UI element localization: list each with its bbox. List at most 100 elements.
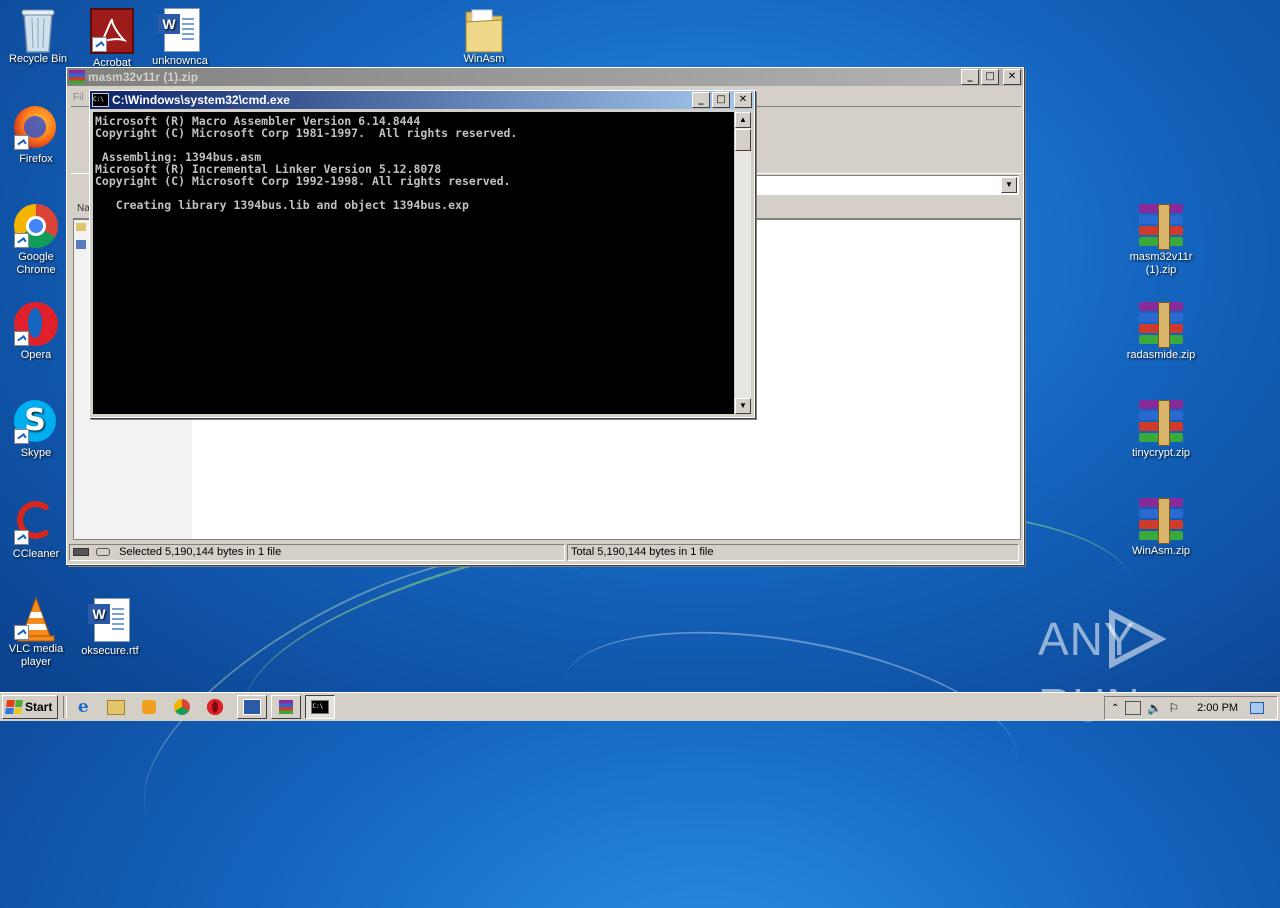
console-scrollbar[interactable]: ▲ ▼: [735, 112, 751, 414]
minimize-button[interactable]: _: [961, 69, 979, 85]
close-button[interactable]: ✕: [1003, 69, 1021, 85]
taskbar-task-cmd[interactable]: C:\: [305, 695, 336, 719]
desktop-icon-label: radasmide.zip: [1126, 349, 1196, 361]
drive-icon: [73, 548, 89, 557]
ie-icon[interactable]: e: [72, 696, 94, 718]
desktop-icon-winasm[interactable]: WinAsm: [446, 6, 522, 66]
desktop-icon-firefox[interactable]: Firefox: [0, 106, 74, 166]
tray-expand-icon[interactable]: ⌃: [1111, 703, 1119, 714]
desktop-icon-label: Firefox: [19, 153, 53, 165]
acrobat-icon: [90, 8, 134, 54]
network-icon[interactable]: [1125, 701, 1142, 715]
desktop-icon-skype[interactable]: S Skype: [0, 400, 74, 460]
winrar-titlebar[interactable]: masm32v11r (1).zip _ □ ✕: [67, 68, 1023, 86]
shortcut-arrow-icon: [14, 135, 29, 150]
explorer-icon[interactable]: [105, 696, 127, 718]
desktop-icon-recycle-bin[interactable]: Recycle Bin: [0, 6, 76, 66]
key-icon: [96, 548, 111, 557]
desktop-icon-label: Google Chrome: [16, 251, 56, 276]
winrar-menubar: Fil: [73, 92, 84, 106]
vlc-cone-icon: [14, 596, 58, 642]
shortcut-arrow-icon: [14, 429, 29, 444]
start-label: Start: [25, 700, 53, 714]
recycle-bin-icon: [16, 6, 60, 53]
desktop-icon-tinycrypt-zip[interactable]: tinycrypt.zip: [1123, 400, 1199, 460]
opera-icon[interactable]: [204, 696, 226, 718]
desktop-icon-vlc[interactable]: VLC media player: [0, 596, 74, 669]
taskbar-separator: [63, 696, 68, 718]
shortcut-arrow-icon: [14, 233, 29, 248]
wallpaper-swoosh: [549, 601, 1031, 841]
desktop-icon-acrobat[interactable]: Acrobat: [74, 8, 150, 70]
volume-icon[interactable]: 🔈: [1147, 701, 1162, 715]
taskbar: Start e C:\ ⌃ 🔈 ⚐ 2:00 PM: [0, 692, 1280, 721]
winrar-statusbar: Selected 5,190,144 bytes in 1 file Total…: [69, 544, 1021, 562]
scroll-down-arrow-icon[interactable]: ▼: [735, 398, 751, 414]
desktop-icon-label: Opera: [20, 349, 52, 361]
cmd-titlebar[interactable]: C:\ C:\Windows\system32\cmd.exe _ □ ✕: [90, 91, 754, 109]
path-dropdown[interactable]: ▼: [755, 175, 1019, 195]
clock[interactable]: 2:00 PM: [1197, 702, 1238, 714]
chrome-icon: [14, 204, 58, 248]
taskbar-task-winrar[interactable]: [271, 695, 302, 719]
maximize-button[interactable]: □: [981, 69, 999, 85]
start-button[interactable]: Start: [2, 695, 59, 719]
desktop-icon-masm32v11r-zip[interactable]: masm32v11r (1).zip: [1123, 204, 1199, 277]
desktop-icon-unknownca[interactable]: W unknownca: [142, 8, 218, 68]
winrar-archive-icon: [1139, 302, 1183, 348]
folder-icon: [76, 223, 86, 231]
cmd-app-icon: C:\: [92, 93, 109, 107]
winrar-app-icon: [69, 70, 85, 84]
desktop-icon-label: CCleaner: [12, 548, 60, 560]
maximize-button[interactable]: □: [712, 92, 730, 108]
anyrun-watermark: ANY RUN: [1038, 606, 1238, 731]
desktop-icon-oksecure[interactable]: W oksecure.rtf: [72, 598, 148, 658]
desktop-icon-ccleaner[interactable]: CCleaner: [0, 498, 74, 561]
winrar-archive-icon: [1139, 498, 1183, 544]
minimize-button[interactable]: _: [692, 92, 710, 108]
console-output[interactable]: Microsoft (R) Macro Assembler Version 6.…: [93, 112, 734, 414]
status-selected: Selected 5,190,144 bytes in 1 file: [119, 546, 282, 558]
word-document-icon: W: [158, 8, 202, 52]
status-left-pane: Selected 5,190,144 bytes in 1 file: [69, 544, 565, 561]
menu-file[interactable]: Fil: [73, 92, 84, 103]
cmd-title: C:\Windows\system32\cmd.exe: [112, 93, 290, 107]
desktop-icon-google-chrome[interactable]: Google Chrome: [0, 204, 74, 277]
file-icon: [76, 240, 86, 249]
desktop-icon-label: Recycle Bin: [8, 53, 68, 65]
chrome-icon[interactable]: [171, 696, 193, 718]
dropdown-arrow-icon[interactable]: ▼: [1001, 177, 1017, 193]
folder-icon: [462, 6, 506, 53]
shortcut-arrow-icon: [14, 331, 29, 346]
action-center-flag-icon[interactable]: ⚐: [1168, 701, 1179, 715]
desktop-icon-radasmide-zip[interactable]: radasmide.zip: [1123, 302, 1199, 362]
opera-icon: [14, 302, 58, 346]
status-total: Total 5,190,144 bytes in 1 file: [571, 546, 714, 558]
shortcut-arrow-icon: [14, 530, 29, 545]
close-button[interactable]: ✕: [734, 92, 752, 108]
scroll-up-arrow-icon[interactable]: ▲: [735, 112, 751, 128]
desktop-icon-label: WinAsm: [463, 53, 505, 65]
firefox-icon: [14, 106, 58, 150]
desktop-icon-label: Skype: [20, 447, 52, 459]
windows-flag-icon: [5, 700, 23, 714]
column-name[interactable]: Na: [73, 203, 90, 214]
scroll-thumb[interactable]: [735, 129, 751, 151]
desktop-icon-winasm-zip[interactable]: WinAsm.zip: [1123, 498, 1199, 558]
ccleaner-icon: [14, 501, 58, 545]
status-right-pane: Total 5,190,144 bytes in 1 file: [567, 544, 1019, 561]
cmd-window[interactable]: C:\ C:\Windows\system32\cmd.exe _ □ ✕ Mi…: [89, 90, 755, 418]
winrar-title: masm32v11r (1).zip: [88, 70, 199, 84]
media-player-icon[interactable]: [138, 696, 160, 718]
desktop-icon-label: masm32v11r (1).zip: [1129, 251, 1193, 276]
desktop-icon-label: VLC media player: [8, 643, 64, 668]
show-desktop-icon[interactable]: [1250, 702, 1265, 714]
taskbar-task-winasm[interactable]: [237, 695, 268, 719]
desktop-icon-label: tinycrypt.zip: [1131, 447, 1191, 459]
word-document-icon: W: [88, 598, 132, 642]
desktop-icon-label: oksecure.rtf: [81, 645, 139, 657]
desktop-icon-opera[interactable]: Opera: [0, 302, 74, 362]
skype-icon: S: [14, 400, 58, 444]
shortcut-arrow-icon: [92, 37, 107, 52]
system-tray: ⌃ 🔈 ⚐ 2:00 PM: [1104, 696, 1278, 720]
